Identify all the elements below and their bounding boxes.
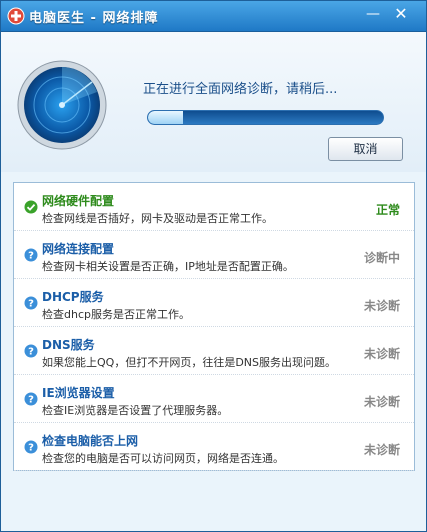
check-title: 检查电脑能否上网 (42, 434, 139, 448)
question-icon: ? (24, 344, 38, 358)
check-description: 检查您的电脑是否可以访问网页，网络是否连通。 (42, 452, 284, 465)
radar-icon (17, 60, 107, 150)
question-icon: ? (24, 248, 38, 262)
svg-text:?: ? (28, 395, 34, 406)
check-row: ? IE浏览器设置检查IE浏览器是否设置了代理服务器。 未诊断 (14, 375, 414, 423)
check-title: DNS服务 (42, 338, 95, 352)
close-button[interactable]: ✕ (390, 4, 412, 24)
check-description: 检查网线是否插好，网卡及驱动是否正常工作。 (42, 212, 273, 225)
check-status: 未诊断 (363, 443, 400, 457)
minimize-button[interactable]: — (362, 4, 384, 24)
check-icon (24, 200, 38, 214)
check-row: ? 网络连接配置检查网卡相关设置是否正确，IP地址是否配置正确。 诊断中 (14, 231, 414, 279)
check-title: 网络连接配置 (42, 242, 115, 256)
check-row: ? 检查电脑能否上网检查您的电脑是否可以访问网页，网络是否连通。 未诊断 (14, 423, 414, 471)
svg-text:?: ? (28, 299, 34, 310)
question-icon: ? (24, 440, 38, 454)
check-list: 网络硬件配置 检查网线是否插好，网卡及驱动是否正常工作。 正常? 网络连接配置 检查网卡… (13, 182, 415, 471)
check-description: 检查网卡相关设置是否正确，IP地址是否配置正确。 (42, 260, 294, 273)
doctor-app-icon (7, 7, 25, 25)
svg-text:?: ? (28, 347, 34, 358)
check-status: 诊断中 (363, 251, 400, 265)
check-title: 网络硬件配置 (42, 194, 115, 208)
diagnosis-panel: 正在进行全面网络诊断，请稍后... 取消 (1, 32, 426, 172)
window-title: 电脑医生 - 网络排障 (29, 11, 159, 26)
cancel-button[interactable]: 取消 (328, 137, 403, 161)
check-status: 未诊断 (363, 395, 400, 409)
progress-fill (148, 111, 184, 124)
svg-text:?: ? (28, 251, 34, 262)
check-status: 正常 (375, 203, 400, 217)
diagnosis-status-text: 正在进行全面网络诊断，请稍后... (143, 82, 338, 97)
diagnosis-progress-bar (147, 110, 384, 125)
app-window: 电脑医生 - 网络排障 — ✕ 正在进行全面网络诊断，请稍后... 取消 网络硬… (0, 0, 427, 532)
check-status: 未诊断 (363, 299, 400, 313)
question-icon: ? (24, 392, 38, 406)
check-row: 网络硬件配置检查网线是否插好，网卡及驱动是否正常工作。 正常 (14, 183, 414, 231)
check-description: 检查dhcp服务是否正常工作。 (42, 308, 190, 321)
check-row: ? DHCP服务检查dhcp服务是否正常工作。 未诊断 (14, 279, 414, 327)
check-description: 检查IE浏览器是否设置了代理服务器。 (42, 404, 229, 417)
check-status: 未诊断 (363, 347, 400, 361)
title-bar[interactable]: 电脑医生 - 网络排障 — ✕ (1, 1, 426, 32)
check-description: 如果您能上QQ，但打不开网页，往往是DNS服务出现问题。 (42, 356, 336, 369)
check-title: DHCP服务 (42, 290, 104, 304)
check-title: IE浏览器设置 (42, 386, 115, 400)
check-row: ? DNS服务如果您能上QQ，但打不开网页，往往是DNS服务出现问题。 未诊断 (14, 327, 414, 375)
question-icon: ? (24, 296, 38, 310)
svg-text:?: ? (28, 443, 34, 454)
